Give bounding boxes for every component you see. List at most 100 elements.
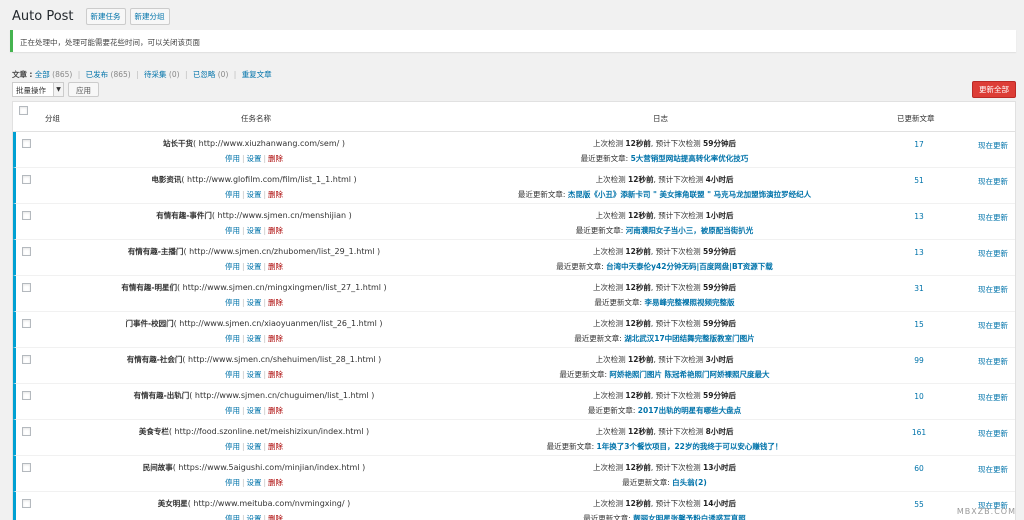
latest-article-link[interactable]: 5大营销型网站提高转化率优化技巧	[631, 154, 749, 163]
settings-link[interactable]: 设置	[247, 370, 262, 379]
task-title: 有情有趣-主播门( http://www.sjmen.cn/zhubomen/l…	[16, 246, 492, 257]
settings-link[interactable]: 设置	[247, 334, 262, 343]
next-check-label: 预计下次检测	[658, 211, 704, 220]
delete-link[interactable]: 删除	[268, 298, 283, 307]
update-now-link[interactable]: 现在更新	[968, 140, 1018, 151]
action-separator: |	[263, 406, 267, 415]
update-now-link[interactable]: 现在更新	[968, 464, 1018, 475]
last-check-label: 上次检测	[595, 175, 626, 184]
new-group-button[interactable]: 新建分组	[129, 7, 170, 25]
next-check-value: 59分钟后	[703, 391, 736, 400]
settings-link[interactable]: 设置	[247, 406, 262, 415]
stop-link[interactable]: 停用	[225, 478, 240, 487]
latest-article-link[interactable]: 李易峰完整裸照视频完整版	[644, 298, 734, 307]
update-now-link[interactable]: 现在更新	[968, 428, 1018, 439]
updated-count-link[interactable]: 161	[899, 428, 939, 437]
task-url: ( http://food.szonline.net/meishizixun/i…	[168, 427, 370, 436]
bulk-action-select[interactable]: 批量操作 ▼	[12, 82, 64, 97]
updated-count-link[interactable]: 51	[899, 176, 939, 185]
filter-ignored[interactable]: 已忽略	[193, 70, 216, 79]
updated-count-link[interactable]: 13	[899, 212, 939, 221]
update-now-link[interactable]: 现在更新	[968, 248, 1018, 259]
latest-article-link[interactable]: 2017出轨的明星有哪些大盘点	[638, 406, 741, 415]
stop-link[interactable]: 停用	[225, 514, 240, 520]
updated-count-link[interactable]: 17	[899, 140, 939, 149]
select-all-checkbox[interactable]	[19, 106, 28, 115]
log-cell: 上次检测 12秒前, 预计下次检测 59分钟后 最近更新文章: 2017出轨的明星…	[472, 390, 857, 416]
stop-link[interactable]: 停用	[225, 190, 240, 199]
task-name: 有情有趣-社会门	[126, 355, 183, 364]
settings-link[interactable]: 设置	[247, 478, 262, 487]
updated-count-link[interactable]: 10	[899, 392, 939, 401]
task-url: ( http://www.sjmen.cn/xiaoyuanmen/list_2…	[173, 319, 383, 328]
filter-all[interactable]: 全部	[35, 70, 50, 79]
settings-link[interactable]: 设置	[247, 154, 262, 163]
latest-article-link[interactable]: 湖北武汉17中团结舞完整版教室门图片	[624, 334, 754, 343]
filter-ignored-count: (0)	[217, 70, 229, 79]
updated-count-link[interactable]: 99	[899, 356, 939, 365]
latest-article-link[interactable]: 阿娇艳照门图片 陈冠希艳照门阿娇裸照尺度最大	[609, 370, 769, 379]
task-url: ( http://www.sjmen.cn/zhubomen/list_29_1…	[183, 247, 381, 256]
task-cell: 有情有趣-事件门( http://www.sjmen.cn/menshijian…	[16, 210, 492, 236]
stop-link[interactable]: 停用	[225, 334, 240, 343]
latest-article-link[interactable]: 白头翁(2)	[672, 478, 707, 487]
stop-link[interactable]: 停用	[225, 442, 240, 451]
latest-article-link[interactable]: 1年换了3个餐饮项目，22岁的我终于可以安心赚钱了！	[597, 442, 783, 451]
update-all-button[interactable]: 更新全部	[972, 81, 1016, 98]
stop-link[interactable]: 停用	[225, 370, 240, 379]
task-name: 有情有趣-出轨门	[133, 391, 190, 400]
delete-link[interactable]: 删除	[268, 406, 283, 415]
filter-pending[interactable]: 待采集	[144, 70, 167, 79]
settings-link[interactable]: 设置	[247, 262, 262, 271]
update-now-link[interactable]: 现在更新	[968, 212, 1018, 223]
delete-link[interactable]: 删除	[268, 154, 283, 163]
delete-link[interactable]: 删除	[268, 262, 283, 271]
task-title: 有情有趣-社会门( http://www.sjmen.cn/shehuimen/…	[16, 354, 492, 365]
settings-link[interactable]: 设置	[247, 442, 262, 451]
delete-link[interactable]: 删除	[268, 334, 283, 343]
delete-link[interactable]: 删除	[268, 514, 283, 520]
stop-link[interactable]: 停用	[225, 406, 240, 415]
updated-count-link[interactable]: 60	[899, 464, 939, 473]
settings-link[interactable]: 设置	[247, 190, 262, 199]
stop-link[interactable]: 停用	[225, 298, 240, 307]
latest-article-link[interactable]: 河南濮阳女子当小三，被原配当街扒光	[626, 226, 754, 235]
new-task-button[interactable]: 新建任务	[85, 7, 126, 25]
updated-count-link[interactable]: 55	[899, 500, 939, 509]
page-title: Auto Post	[12, 8, 74, 24]
delete-link[interactable]: 删除	[268, 190, 283, 199]
update-now-link[interactable]: 现在更新	[968, 320, 1018, 331]
filter-published[interactable]: 已发布	[86, 70, 109, 79]
filter-duplicate[interactable]: 重复文章	[242, 70, 272, 79]
update-now-link[interactable]: 现在更新	[968, 392, 1018, 403]
update-now-link[interactable]: 现在更新	[968, 356, 1018, 367]
apply-button[interactable]: 应用	[68, 82, 99, 97]
latest-article-link[interactable]: 台湾中天泰伦y42分钟无码|百度网盘|BT资源下载	[606, 262, 773, 271]
settings-link[interactable]: 设置	[247, 226, 262, 235]
last-check-label: 上次检测	[593, 319, 624, 328]
task-name: 站长干货	[162, 139, 193, 148]
latest-article-link[interactable]: 靓丽女明星张馨予粉白诱惑写真照	[633, 514, 746, 520]
last-check-value: 12秒前	[625, 139, 651, 148]
settings-link[interactable]: 设置	[247, 514, 262, 520]
filter-published-count: (865)	[110, 70, 131, 79]
log-latest-line: 最近更新文章: 靓丽女明星张馨予粉白诱惑写真照	[472, 513, 857, 520]
updated-count-link[interactable]: 31	[899, 284, 939, 293]
action-separator: |	[241, 334, 245, 343]
stop-link[interactable]: 停用	[225, 226, 240, 235]
delete-link[interactable]: 删除	[268, 370, 283, 379]
settings-link[interactable]: 设置	[247, 298, 262, 307]
next-check-label: 预计下次检测	[655, 139, 701, 148]
latest-article-link[interactable]: 杰昆版《小丑》添新卡司 " 美女摔角联盟 " 马克马龙加盟饰演拉罗经纪人	[568, 190, 811, 199]
last-check-value: 12秒前	[628, 355, 654, 364]
updated-count-link[interactable]: 15	[899, 320, 939, 329]
update-now-link[interactable]: 现在更新	[968, 284, 1018, 295]
delete-link[interactable]: 删除	[268, 442, 283, 451]
delete-link[interactable]: 删除	[268, 478, 283, 487]
stop-link[interactable]: 停用	[225, 154, 240, 163]
task-name: 民间故事	[142, 463, 173, 472]
delete-link[interactable]: 删除	[268, 226, 283, 235]
update-now-link[interactable]: 现在更新	[968, 176, 1018, 187]
stop-link[interactable]: 停用	[225, 262, 240, 271]
updated-count-link[interactable]: 13	[899, 248, 939, 257]
